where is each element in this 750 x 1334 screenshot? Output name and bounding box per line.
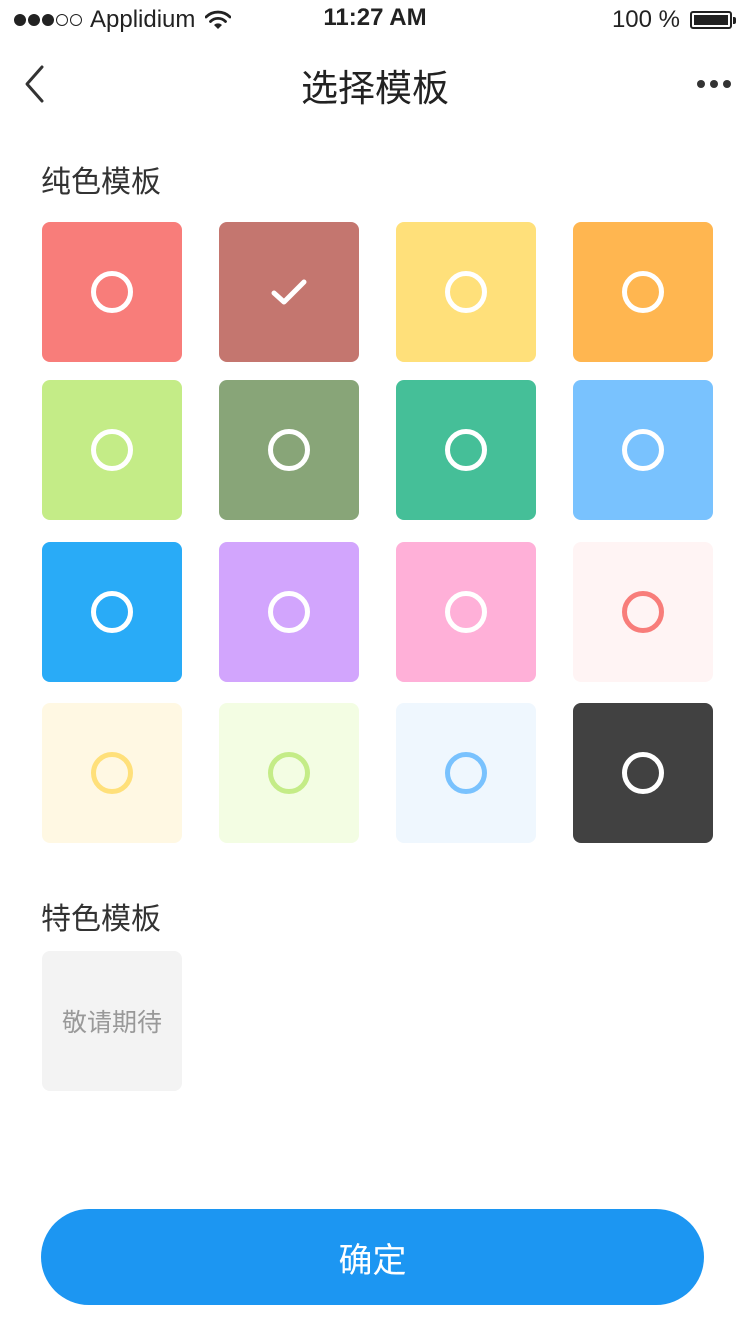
special-template-placeholder: 敬请期待	[42, 951, 182, 1091]
more-horizontal-icon	[697, 80, 705, 88]
more-horizontal-icon	[710, 80, 718, 88]
color-swatch[interactable]	[396, 542, 536, 682]
radio-ring-icon	[622, 429, 664, 471]
special-section-title: 特色模板	[41, 902, 161, 937]
radio-ring-icon	[91, 271, 133, 313]
radio-ring-icon	[91, 752, 133, 794]
coming-soon-label: 敬请期待	[61, 1008, 162, 1037]
more-horizontal-icon	[723, 80, 731, 88]
battery-cap	[733, 17, 736, 24]
radio-ring-icon	[268, 591, 310, 633]
radio-ring-icon	[622, 271, 664, 313]
color-swatch[interactable]	[219, 380, 359, 520]
radio-ring-icon	[445, 591, 487, 633]
color-swatch[interactable]	[219, 222, 359, 362]
battery-percentage: 100 %	[611, 6, 680, 33]
solid-section-title: 纯色模板	[41, 165, 161, 200]
confirm-button-label: 确定	[338, 1240, 407, 1281]
color-swatch[interactable]	[42, 222, 182, 362]
radio-ring-icon	[622, 752, 664, 794]
color-swatch[interactable]	[219, 542, 359, 682]
color-swatch[interactable]	[573, 703, 713, 843]
color-swatch[interactable]	[42, 703, 182, 843]
nav-bar: 选择模板	[0, 40, 750, 128]
status-bar: Applidium 11:27 AM 100 %	[0, 0, 750, 40]
radio-ring-icon	[268, 752, 310, 794]
color-swatch[interactable]	[573, 380, 713, 520]
radio-ring-icon	[91, 429, 133, 471]
color-swatch[interactable]	[42, 380, 182, 520]
confirm-button[interactable]: 确定	[41, 1209, 704, 1305]
radio-ring-icon	[91, 591, 133, 633]
battery-icon	[690, 11, 736, 29]
color-swatch[interactable]	[42, 542, 182, 682]
color-swatch[interactable]	[573, 222, 713, 362]
radio-ring-icon	[268, 429, 310, 471]
radio-ring-icon	[622, 591, 664, 633]
radio-ring-icon	[445, 752, 487, 794]
color-swatch[interactable]	[396, 380, 536, 520]
more-button[interactable]	[692, 62, 736, 106]
color-swatch[interactable]	[396, 703, 536, 843]
color-swatch[interactable]	[219, 703, 359, 843]
radio-ring-icon	[445, 429, 487, 471]
color-swatch[interactable]	[396, 222, 536, 362]
solid-template-grid	[42, 222, 713, 843]
radio-ring-icon	[445, 271, 487, 313]
color-swatch[interactable]	[573, 542, 713, 682]
page-title: 选择模板	[301, 67, 449, 110]
checkmark-icon	[271, 279, 307, 305]
status-right: 100 %	[611, 6, 736, 34]
battery-fill	[694, 15, 728, 25]
